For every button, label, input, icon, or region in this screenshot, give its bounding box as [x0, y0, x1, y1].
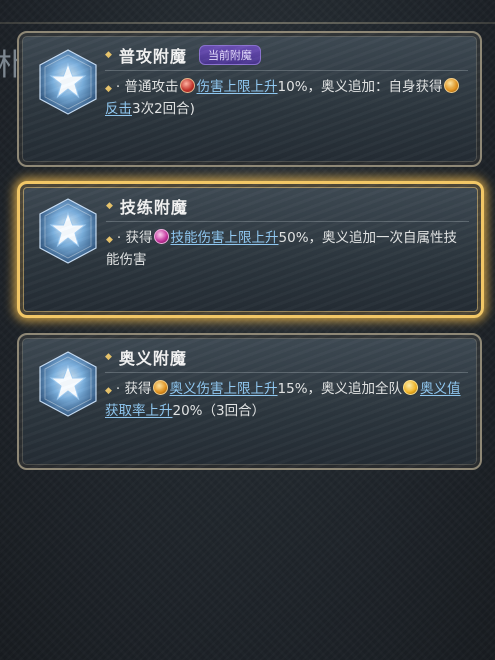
bullet-dot: · [115, 381, 121, 397]
keyword-link-skill-damage-cap[interactable]: 技能伤害上限上升 [171, 230, 279, 246]
diamond-icon: ◆ [106, 201, 113, 211]
ougi-gauge-icon [403, 380, 419, 395]
desc-text: 3次2回合) [132, 101, 195, 117]
current-enchant-badge: 当前附魔 [198, 45, 261, 65]
card-header: ◆ 普攻附魔 当前附魔 [105, 43, 261, 67]
bullet-dot: · [115, 79, 121, 95]
keyword-link-counter[interactable]: 反击 [105, 101, 132, 117]
card-header: ◆ 技练附魔 [106, 194, 188, 218]
skill-damage-cap-icon [153, 229, 169, 244]
desc-text: 15%，奥义追加全队 [277, 381, 403, 397]
counter-icon [443, 78, 459, 93]
divider [105, 372, 468, 373]
desc-text: 10%，奥义追加：自身获得 [277, 79, 443, 95]
diamond-icon: ◆ [105, 386, 112, 396]
enchant-card-ougi[interactable]: ◆ 奥义附魔 ◆ · 获得 奥义伤害上限上升15%，奥义追加全队 奥义值获取率上升20… [17, 333, 482, 470]
card-description: ◆ · 普通攻击 伤害上限上升10%，奥义追加：自身获得反击3次2回合) [105, 77, 466, 119]
star-crystal-icon [39, 198, 97, 264]
diamond-icon: ◆ [105, 84, 112, 94]
divider [106, 221, 469, 222]
card-description: ◆ · 获得 技能伤害上限上升50%，奥义追加一次自属性技能伤害 [106, 228, 467, 270]
top-divider [0, 22, 495, 24]
diamond-icon: ◆ [106, 235, 113, 245]
star-crystal-icon [39, 351, 97, 417]
keyword-link-ougi-damage-cap[interactable]: 奥义伤害上限上升 [170, 381, 278, 397]
damage-cap-icon [179, 78, 195, 93]
enchant-card-skill[interactable]: ◆ 技练附魔 ◆ · 获得 技能伤害上限上升50%，奥义追加一次自属性技能伤害 [17, 181, 484, 318]
card-header: ◆ 奥义附魔 [105, 345, 187, 369]
desc-text: 20%（3回合） [172, 403, 266, 419]
divider [105, 70, 468, 71]
enchant-card-normal-attack[interactable]: ◆ 普攻附魔 当前附魔 ◆ · 普通攻击 伤害上限上升10%，奥义追加：自身获得反击… [17, 31, 482, 167]
star-crystal-icon [39, 49, 97, 115]
diamond-icon: ◆ [105, 50, 112, 60]
desc-text: 获得 [124, 381, 152, 397]
keyword-link-damage-cap[interactable]: 伤害上限上升 [197, 79, 278, 95]
card-title: 普攻附魔 [118, 47, 187, 66]
diamond-icon: ◆ [105, 352, 112, 362]
desc-text: 普通攻击 [124, 79, 179, 95]
card-title: 技练附魔 [119, 198, 188, 217]
bullet-dot: · [116, 230, 122, 246]
card-description: ◆ · 获得 奥义伤害上限上升15%，奥义追加全队 奥义值获取率上升20%（3回合） [105, 379, 466, 421]
card-title: 奥义附魔 [118, 349, 187, 368]
desc-text: 获得 [125, 230, 153, 246]
ougi-damage-cap-icon [152, 380, 168, 395]
